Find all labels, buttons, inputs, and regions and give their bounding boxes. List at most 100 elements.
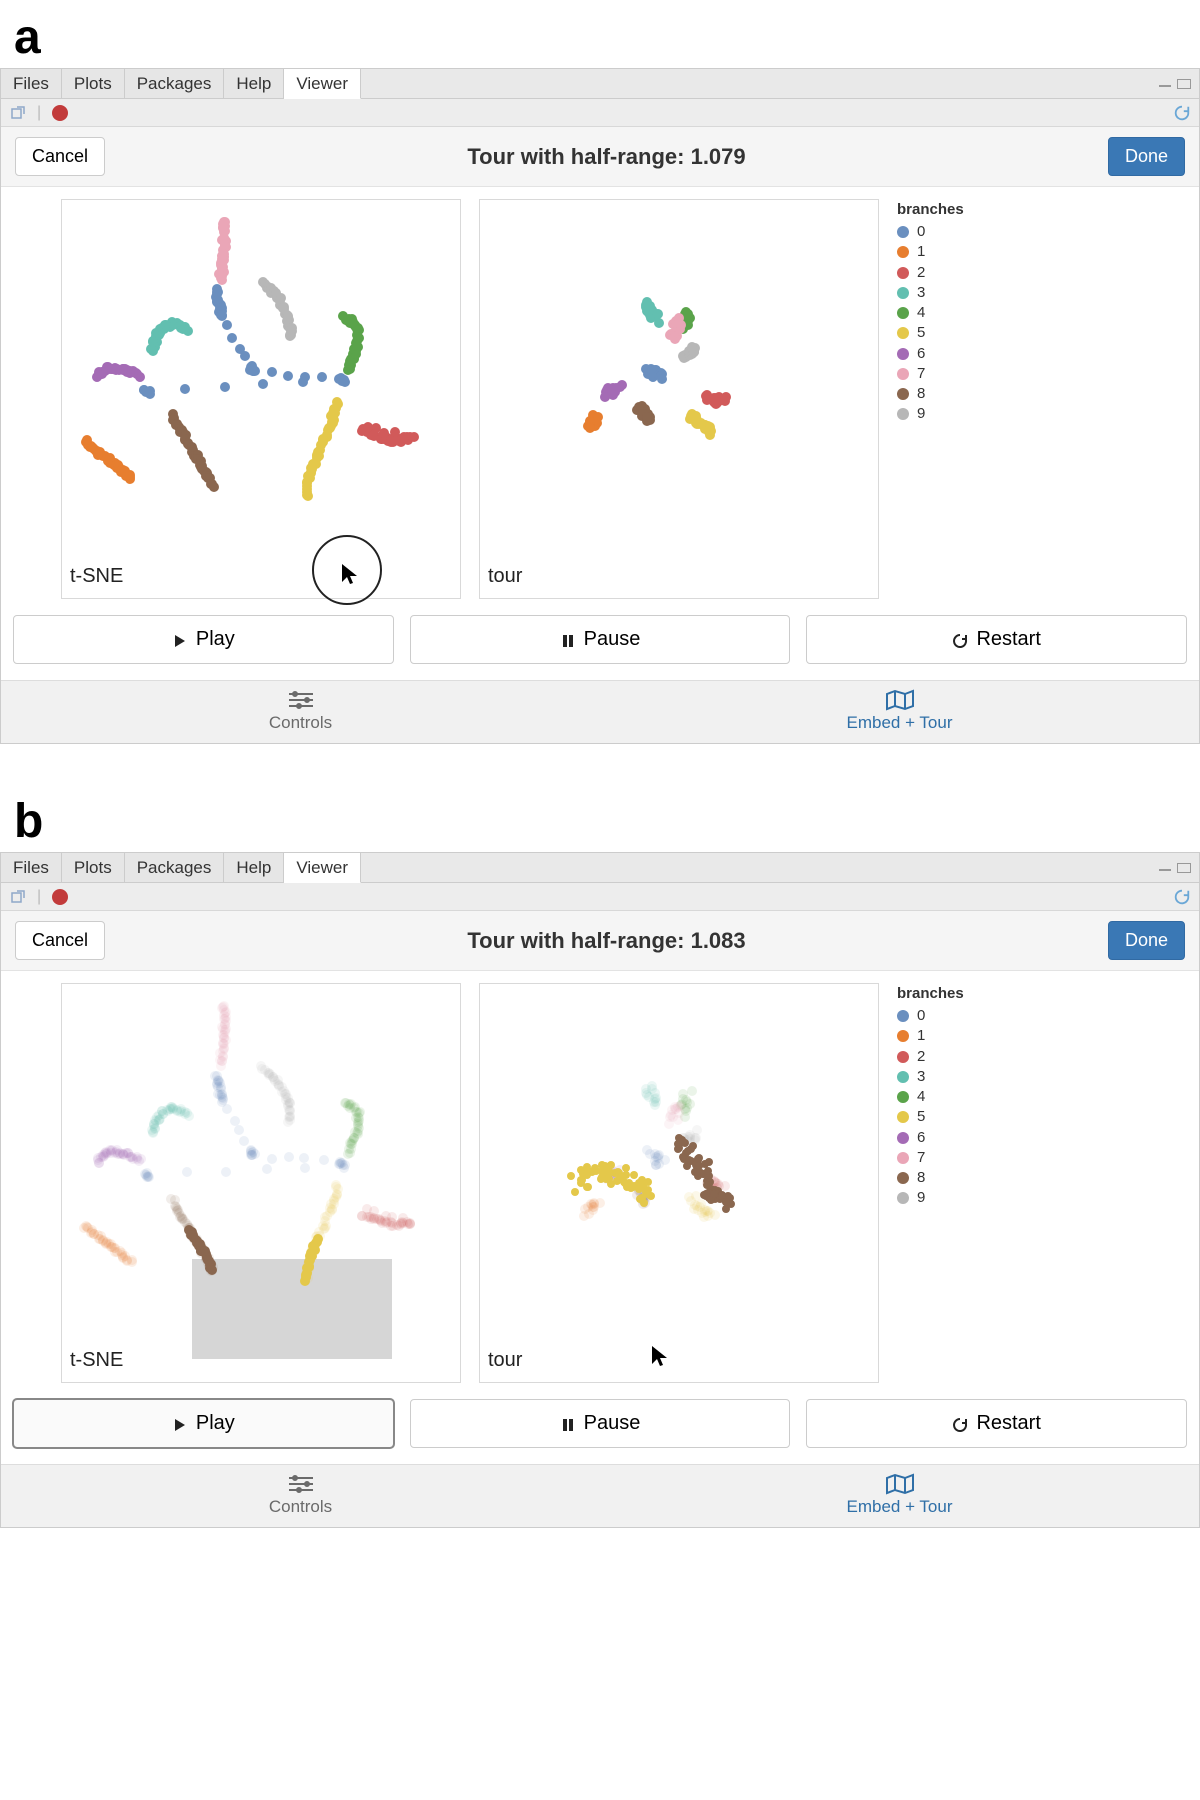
legend-title: branches	[897, 985, 964, 1002]
legend-swatch-icon	[897, 408, 909, 420]
data-point	[338, 311, 348, 321]
restart-label: Restart	[976, 628, 1040, 651]
data-point	[285, 331, 295, 341]
tab-packages[interactable]: Packages	[125, 69, 225, 98]
data-point	[644, 1178, 652, 1186]
cancel-button[interactable]: Cancel	[15, 921, 105, 960]
data-point	[720, 1181, 730, 1191]
data-point	[583, 1183, 591, 1191]
refresh-icon[interactable]	[1173, 888, 1191, 906]
plot-row: t-SNE tour branches 0123456789	[1, 971, 1199, 1383]
cancel-button[interactable]: Cancel	[15, 137, 105, 176]
pause-icon	[560, 1416, 576, 1432]
data-point	[600, 392, 610, 402]
subfigure-label-a: a	[0, 8, 1200, 68]
bottom-tab-embed-tour[interactable]: Embed + Tour	[600, 681, 1199, 743]
page-title: Tour with half-range: 1.079	[105, 144, 1108, 170]
play-button[interactable]: Play	[13, 1399, 394, 1448]
tab-viewer[interactable]: Viewer	[284, 853, 361, 883]
bottom-tab-embed-tour[interactable]: Embed + Tour	[600, 1465, 1199, 1527]
data-point	[240, 351, 250, 361]
play-label: Play	[196, 1412, 235, 1435]
data-point	[339, 1163, 349, 1173]
tab-packages[interactable]: Packages	[125, 853, 225, 882]
legend-swatch-icon	[897, 1071, 909, 1083]
tab-viewer[interactable]: Viewer	[284, 69, 361, 99]
maximize-pane-icon[interactable]	[1177, 79, 1191, 89]
data-point	[217, 310, 227, 320]
brush-selection[interactable]	[192, 1259, 392, 1359]
restart-button[interactable]: Restart	[806, 1399, 1187, 1448]
legend-item: 8	[897, 1168, 964, 1188]
restart-label: Restart	[976, 1412, 1040, 1435]
stop-icon[interactable]	[51, 888, 69, 906]
legend-item: 6	[897, 344, 964, 364]
data-point	[207, 1265, 217, 1275]
tour-plot-panel[interactable]: tour	[479, 983, 879, 1383]
data-point	[248, 366, 258, 376]
legend-item: 6	[897, 1128, 964, 1148]
legend-swatch-icon	[897, 348, 909, 360]
data-point	[650, 1094, 660, 1104]
legend-item-label: 2	[917, 263, 925, 283]
minimize-pane-icon[interactable]	[1159, 81, 1171, 87]
tab-files[interactable]: Files	[1, 69, 62, 98]
data-point	[267, 1154, 277, 1164]
tab-help[interactable]: Help	[224, 853, 284, 882]
minimize-pane-icon[interactable]	[1159, 865, 1171, 871]
tab-help[interactable]: Help	[224, 69, 284, 98]
tsne-plot-panel[interactable]: t-SNE	[61, 199, 461, 599]
subfigure-label-b: b	[0, 792, 1200, 852]
playback-controls: Play Pause Restart	[1, 1383, 1199, 1464]
legend-swatch-icon	[897, 1051, 909, 1063]
maximize-pane-icon[interactable]	[1177, 863, 1191, 873]
legend-swatch-icon	[897, 1111, 909, 1123]
play-button[interactable]: Play	[13, 615, 394, 664]
brush-ring-icon	[312, 535, 382, 605]
data-point	[303, 491, 313, 501]
data-point	[94, 1158, 104, 1168]
data-point	[221, 1167, 231, 1177]
data-point	[283, 371, 293, 381]
data-point	[585, 423, 595, 433]
data-point	[180, 384, 190, 394]
shiny-header: Cancel Tour with half-range: 1.083 Done	[1, 911, 1199, 971]
tsne-plot-panel[interactable]: t-SNE	[61, 983, 461, 1383]
legend-item-label: 4	[917, 1087, 925, 1107]
data-point	[583, 1163, 591, 1171]
restart-button[interactable]: Restart	[806, 615, 1187, 664]
data-point	[216, 273, 226, 283]
tab-files[interactable]: Files	[1, 853, 62, 882]
popout-icon[interactable]	[9, 104, 27, 122]
play-icon	[172, 1416, 188, 1432]
legend-swatch-icon	[897, 368, 909, 380]
done-button[interactable]: Done	[1108, 921, 1185, 960]
bottom-tab-embed-tour-label: Embed + Tour	[846, 713, 952, 732]
legend-item-label: 5	[917, 1107, 925, 1127]
tab-plots[interactable]: Plots	[62, 853, 125, 882]
legend-item-label: 3	[917, 1067, 925, 1087]
legend-swatch-icon	[897, 1172, 909, 1184]
legend-swatch-icon	[897, 307, 909, 319]
data-point	[692, 1125, 702, 1135]
bottom-tab-controls[interactable]: Controls	[1, 681, 600, 743]
legend-swatch-icon	[897, 1030, 909, 1042]
stop-icon[interactable]	[51, 104, 69, 122]
tab-plots[interactable]: Plots	[62, 69, 125, 98]
cursor-icon	[650, 1344, 670, 1374]
done-button[interactable]: Done	[1108, 137, 1185, 176]
pause-button[interactable]: Pause	[410, 1399, 791, 1448]
legend-item-label: 0	[917, 222, 925, 242]
bottom-tab-controls[interactable]: Controls	[1, 1465, 600, 1527]
playback-controls: Play Pause Restart	[1, 599, 1199, 680]
sliders-icon	[287, 1473, 315, 1495]
data-point	[571, 1188, 579, 1196]
tour-plot-panel[interactable]: tour	[479, 199, 879, 599]
refresh-icon[interactable]	[1173, 104, 1191, 122]
popout-icon[interactable]	[9, 888, 27, 906]
restart-icon	[952, 1416, 968, 1432]
data-point	[409, 432, 419, 442]
data-point	[92, 372, 102, 382]
pause-button[interactable]: Pause	[410, 615, 791, 664]
tour-panel-label: tour	[488, 1349, 522, 1372]
